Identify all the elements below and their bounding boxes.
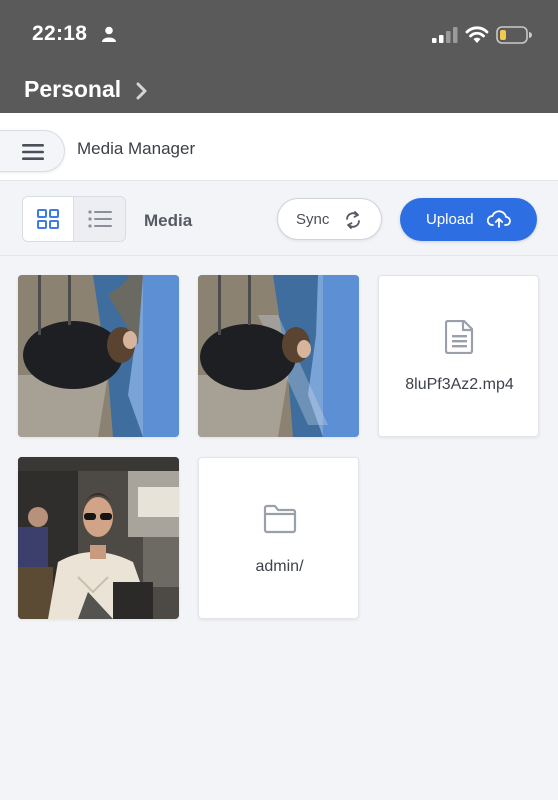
navigation-bar: Personal xyxy=(0,70,558,113)
media-filename: 8luPf3Az2.mp4 xyxy=(405,376,514,393)
photo-thumbnail xyxy=(198,275,359,437)
battery-low-icon xyxy=(496,26,532,44)
folder-name: admin/ xyxy=(255,558,304,575)
chevron-right-icon[interactable] xyxy=(135,82,149,100)
list-view-button[interactable] xyxy=(73,197,125,241)
status-time: 22:18 xyxy=(32,22,88,45)
wifi-icon xyxy=(465,26,489,43)
cloud-upload-icon xyxy=(487,210,511,228)
toolbar: Media Sync Upload xyxy=(0,182,558,256)
file-document-icon xyxy=(445,320,474,354)
upload-button[interactable]: Upload xyxy=(400,198,537,241)
sync-button[interactable]: Sync xyxy=(277,198,382,240)
grid-view-button[interactable] xyxy=(23,197,73,241)
person-icon xyxy=(102,26,116,42)
list-view-icon xyxy=(88,210,112,228)
photo-thumbnail xyxy=(18,457,179,619)
cellular-signal-icon xyxy=(432,27,458,43)
section-label: Media xyxy=(144,211,193,230)
grid-view-icon xyxy=(37,209,59,229)
upload-label: Upload xyxy=(426,211,474,228)
folder-icon xyxy=(263,504,297,534)
media-tile-image[interactable] xyxy=(198,275,359,437)
media-tile-folder[interactable]: admin/ xyxy=(198,457,359,619)
media-tile-image[interactable] xyxy=(18,275,179,437)
hamburger-menu-icon xyxy=(22,144,44,160)
media-tile-video[interactable]: 8luPf3Az2.mp4 xyxy=(378,275,539,437)
menu-button[interactable] xyxy=(0,130,65,172)
view-mode-toggle xyxy=(22,196,126,242)
sync-label: Sync xyxy=(296,211,330,228)
nav-title[interactable]: Personal xyxy=(24,76,121,103)
app-header: Media Manager xyxy=(0,113,558,181)
refresh-icon xyxy=(346,211,360,229)
photo-thumbnail xyxy=(18,275,179,437)
media-tile-image[interactable] xyxy=(18,457,179,619)
status-bar: 22:18 xyxy=(0,0,558,70)
app-title: Media Manager xyxy=(77,139,196,158)
